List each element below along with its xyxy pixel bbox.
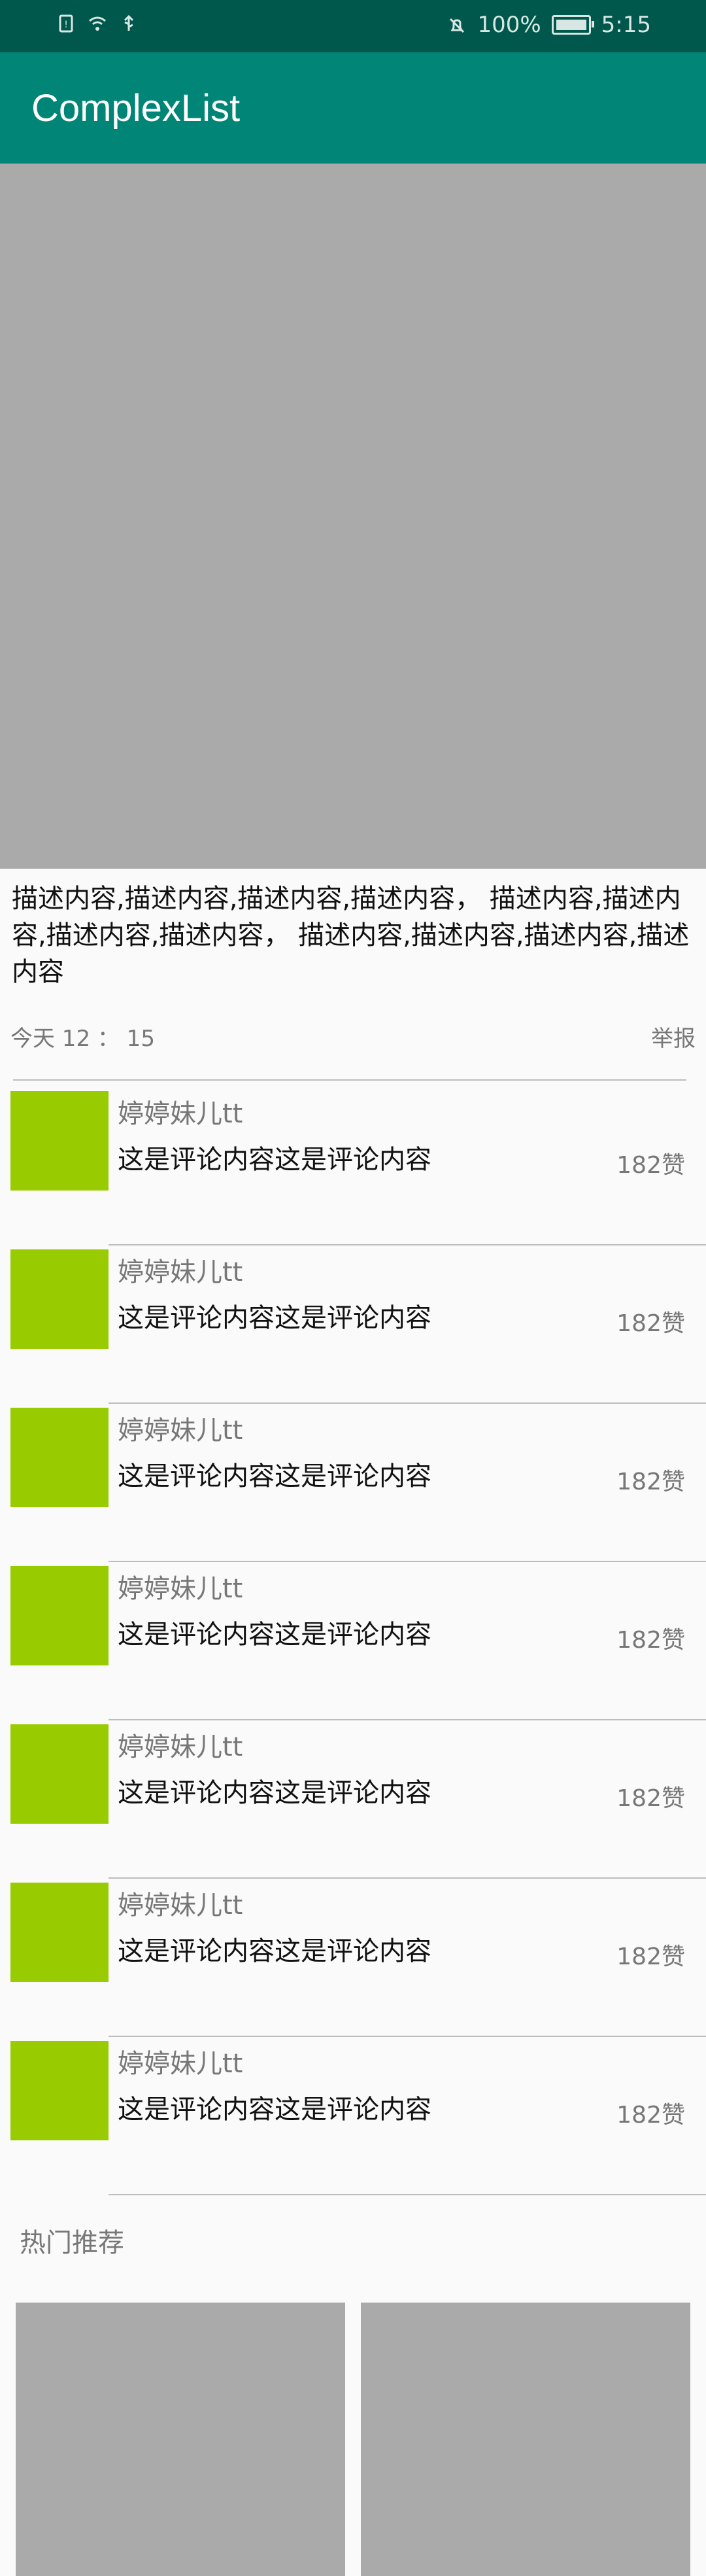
status-time: 5:15 (601, 12, 651, 38)
app-bar: ComplexList (0, 52, 706, 164)
avatar[interactable] (10, 1566, 109, 1665)
avatar[interactable] (10, 1883, 109, 1982)
comment-item[interactable]: 婷婷妹儿tt 这是评论内容这是评论内容 182赞 (0, 1562, 706, 1720)
comment-text: 这是评论内容这是评论内容 (118, 1303, 431, 1333)
post-time: 今天 12 ： 15 (10, 1026, 155, 1052)
comment-list: 婷婷妹儿tt 这是评论内容这是评论内容 182赞 婷婷妹儿tt 这是评论内容这是… (0, 1087, 706, 2195)
comment-likes[interactable]: 182赞 (616, 1621, 685, 1655)
avatar[interactable] (10, 1408, 109, 1507)
comment-text: 这是评论内容这是评论内容 (118, 1778, 431, 1808)
report-link[interactable]: 举报 (651, 1020, 696, 1053)
comment-item[interactable]: 婷婷妹儿tt 这是评论内容这是评论内容 182赞 (0, 1087, 706, 1245)
post-image-placeholder[interactable] (0, 164, 706, 869)
comment-username: 婷婷妹儿tt (118, 1574, 243, 1604)
avatar[interactable] (10, 2041, 109, 2140)
comment-likes[interactable]: 182赞 (616, 1779, 685, 1813)
avatar[interactable] (10, 1091, 109, 1191)
recommendations-grid (16, 2303, 690, 2576)
comment-item[interactable]: 婷婷妹儿tt 这是评论内容这是评论内容 182赞 (0, 2037, 706, 2195)
comment-likes[interactable]: 182赞 (616, 1463, 685, 1497)
usb-icon (119, 13, 139, 33)
status-bar: ! 100% 5:15 (0, 0, 706, 52)
comment-username: 婷婷妹儿tt (118, 1257, 243, 1287)
post-divider (13, 1079, 686, 1081)
svg-text:!: ! (64, 20, 68, 30)
comment-divider (109, 2194, 706, 2195)
comment-item[interactable]: 婷婷妹儿tt 这是评论内容这是评论内容 182赞 (0, 1720, 706, 1879)
comment-text: 这是评论内容这是评论内容 (118, 1936, 431, 1966)
comment-item[interactable]: 婷婷妹儿tt 这是评论内容这是评论内容 182赞 (0, 1879, 706, 2037)
recommendation-card[interactable] (361, 2303, 690, 2576)
comment-text: 这是评论内容这是评论内容 (118, 2095, 431, 2125)
comment-username: 婷婷妹儿tt (118, 1099, 243, 1129)
avatar[interactable] (10, 1249, 109, 1349)
battery-percent: 100% (477, 12, 541, 38)
comment-likes[interactable]: 182赞 (616, 1146, 685, 1180)
comment-text: 这是评论内容这是评论内容 (118, 1620, 431, 1650)
mute-icon (447, 15, 467, 35)
comment-text: 这是评论内容这是评论内容 (118, 1145, 431, 1175)
comment-username: 婷婷妹儿tt (118, 1890, 243, 1921)
post-description: 描述内容,描述内容,描述内容,描述内容， 描述内容,描述内容,描述内容,描述内容… (12, 884, 690, 987)
comment-likes[interactable]: 182赞 (616, 2096, 685, 2130)
recommendation-card[interactable] (16, 2303, 345, 2576)
comment-likes[interactable]: 182赞 (616, 1938, 685, 1972)
status-left-icons: ! (56, 13, 139, 33)
avatar[interactable] (10, 1724, 109, 1824)
comment-username: 婷婷妹儿tt (118, 1732, 243, 1762)
wifi-icon (88, 13, 107, 33)
comment-item[interactable]: 婷婷妹儿tt 这是评论内容这是评论内容 182赞 (0, 1404, 706, 1562)
comment-username: 婷婷妹儿tt (118, 1416, 243, 1446)
app-title: ComplexList (31, 87, 241, 130)
sim-icon: ! (56, 13, 76, 33)
battery-icon (551, 15, 594, 35)
recommendations-title: 热门推荐 (20, 2228, 124, 2258)
comment-username: 婷婷妹儿tt (118, 2049, 243, 2079)
comment-likes[interactable]: 182赞 (616, 1304, 685, 1338)
status-right-icons: 100% 5:15 (447, 12, 651, 38)
comment-text: 这是评论内容这是评论内容 (118, 1461, 431, 1491)
comment-item[interactable]: 婷婷妹儿tt 这是评论内容这是评论内容 182赞 (0, 1245, 706, 1404)
